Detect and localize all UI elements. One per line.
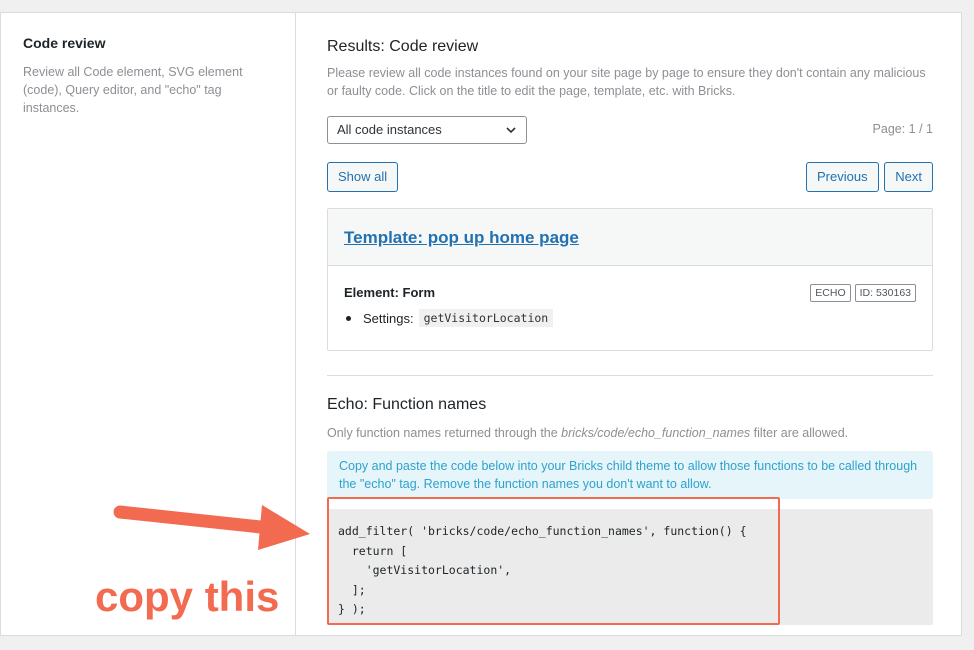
echo-desc-before: Only function names returned through the xyxy=(327,426,562,440)
info-notice: Copy and paste the code below into your … xyxy=(327,451,933,499)
previous-button[interactable]: Previous xyxy=(806,162,879,192)
code-instances-select[interactable]: All code instances xyxy=(327,116,527,144)
template-link[interactable]: Template: pop up home page xyxy=(344,228,579,248)
button-row: Show all Previous Next xyxy=(327,162,933,192)
next-button[interactable]: Next xyxy=(884,162,933,192)
page-indicator: Page: 1 / 1 xyxy=(872,122,933,136)
select-value: All code instances xyxy=(337,122,442,137)
card-body: Element: Form ECHO ID: 530163 Settings: … xyxy=(328,266,932,350)
id-badge: ID: 530163 xyxy=(854,284,916,302)
annotation-arrow-icon xyxy=(113,505,310,550)
sidebar-description: Review all Code element, SVG element (co… xyxy=(23,65,243,115)
echo-title: Echo: Function names xyxy=(327,396,487,413)
echo-desc-after: filter are allowed. xyxy=(750,426,849,440)
settings-item: Settings: getVisitorLocation xyxy=(346,309,554,327)
card-header: Template: pop up home page xyxy=(328,209,932,266)
settings-value: getVisitorLocation xyxy=(418,309,554,327)
divider xyxy=(327,375,933,376)
echo-desc-filter: bricks/code/echo_function_names xyxy=(561,426,751,440)
element-title: Element: Form xyxy=(344,285,436,300)
results-title: Results: Code review xyxy=(327,38,479,55)
chevron-down-icon xyxy=(506,127,516,134)
result-card: Template: pop up home page Element: Form… xyxy=(327,208,933,351)
echo-badge: ECHO xyxy=(810,284,851,302)
settings-label: Settings: xyxy=(363,310,414,326)
highlight-box xyxy=(327,497,780,625)
sidebar-title: Code review xyxy=(23,35,106,51)
bullet-icon xyxy=(346,315,351,321)
annotation-text: copy this xyxy=(95,573,280,620)
badges: ECHO ID: 530163 xyxy=(810,284,916,302)
show-all-button[interactable]: Show all xyxy=(327,162,399,192)
filter-row: All code instances Page: 1 / 1 xyxy=(327,116,933,146)
results-description: Please review all code instances found o… xyxy=(327,66,926,98)
echo-description: Only function names returned through the… xyxy=(327,424,933,442)
